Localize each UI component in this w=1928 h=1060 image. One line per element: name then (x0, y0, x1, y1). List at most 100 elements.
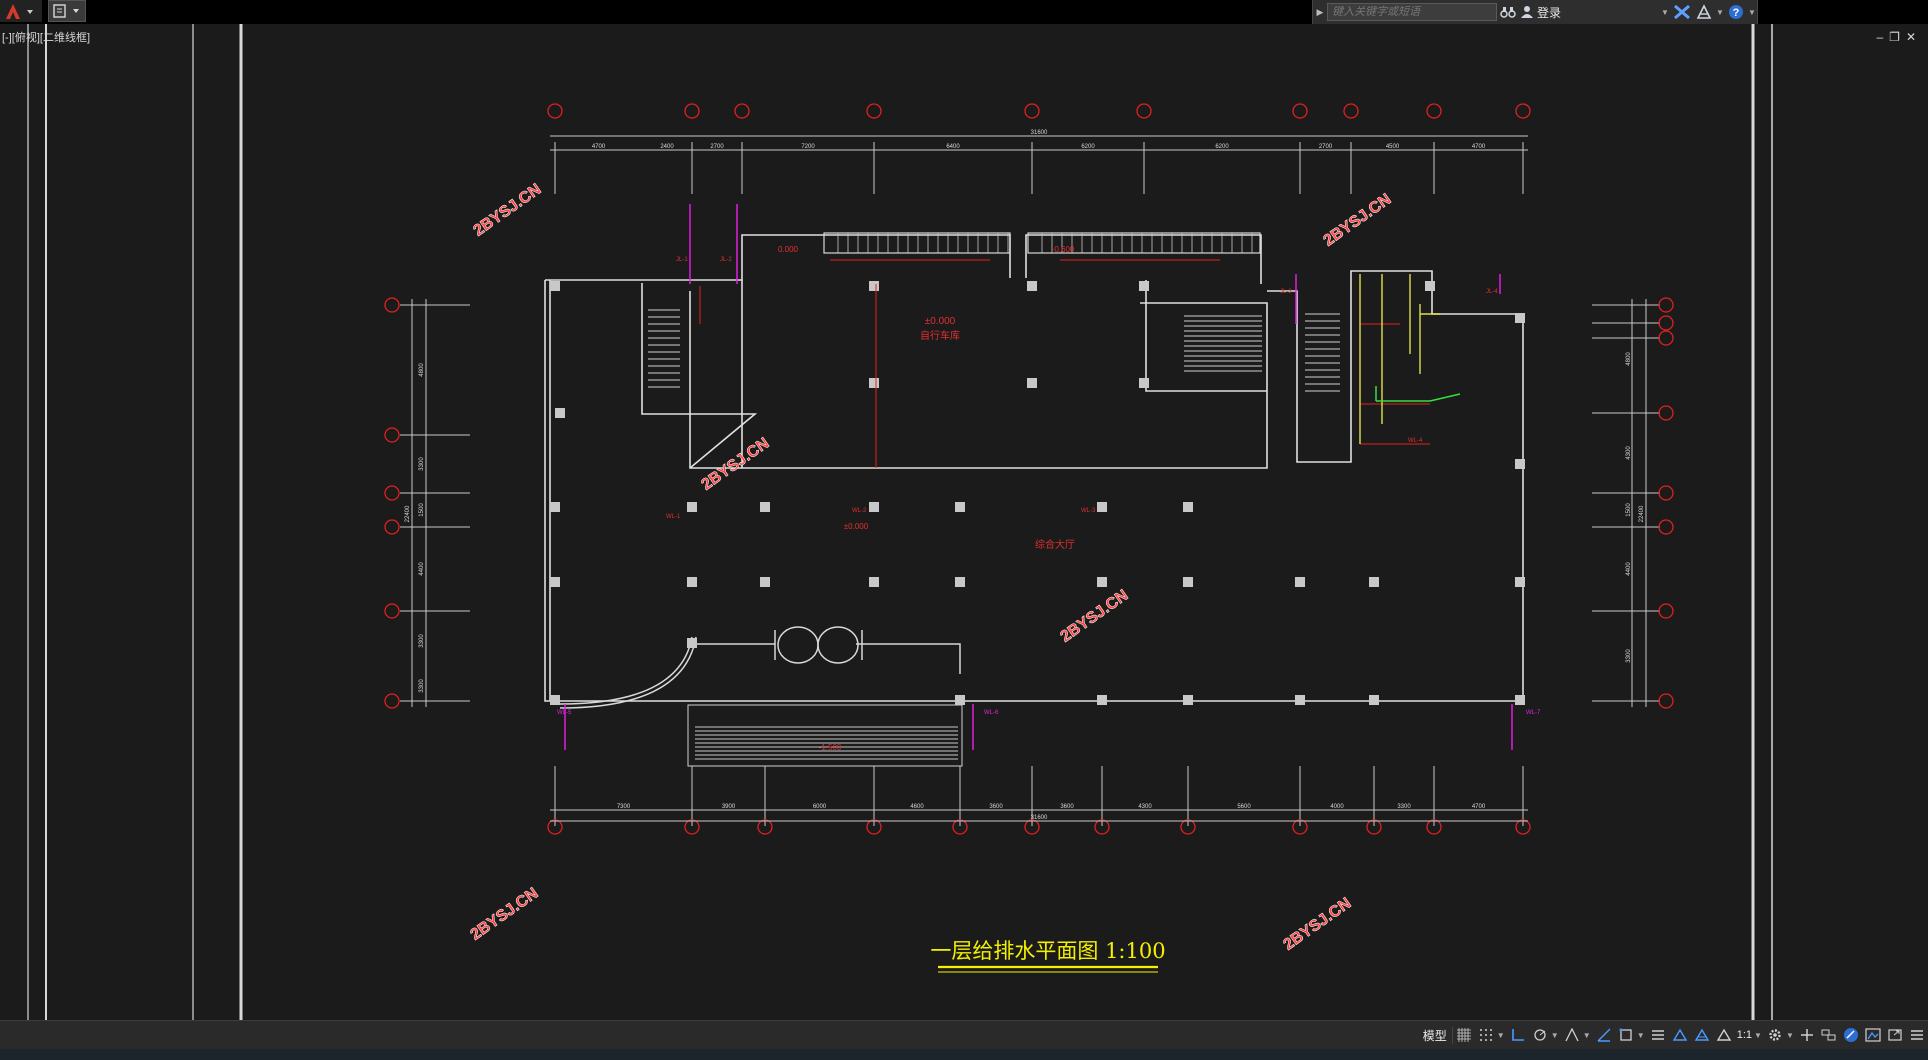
model-tab[interactable]: 模型 (1418, 1026, 1453, 1044)
snap-mode-icon[interactable] (1475, 1024, 1497, 1046)
expand-arrow-icon[interactable]: ▶ (1313, 1, 1327, 23)
grid-bubble (1658, 297, 1674, 313)
dropdown-arrow-icon[interactable]: ▼ (1583, 1031, 1593, 1040)
minimize-icon[interactable]: – (1876, 30, 1883, 44)
column (550, 281, 560, 291)
dimension-label: 1500 (1626, 503, 1632, 517)
search-input[interactable] (1327, 3, 1497, 21)
pipe-tag: JL-4 (1486, 289, 1498, 295)
dropdown-arrow-icon[interactable]: ▼ (1637, 1031, 1647, 1040)
room-label-bike: 自行车库 (920, 329, 960, 342)
grid-bubble (384, 297, 400, 313)
close-icon[interactable]: ✕ (1906, 30, 1916, 44)
column (550, 502, 560, 512)
workspace-gear-icon[interactable] (1764, 1024, 1786, 1046)
column (869, 281, 879, 291)
isolate-objects-icon[interactable] (1840, 1024, 1862, 1046)
application-menu-button[interactable] (0, 0, 42, 22)
drawing-canvas[interactable]: 31600 4700 2400 2700 7200 6400 6200 6200 2700 450… (0, 24, 1928, 1020)
column (869, 378, 879, 388)
column (687, 502, 697, 512)
pipe-tag: JL-1 (676, 257, 688, 263)
autodesk-a360-icon[interactable] (1693, 1, 1715, 23)
viewport-controls-label[interactable]: [-][俯视][二维线框] (2, 29, 90, 45)
pipe-tag: JL-3 (1280, 289, 1292, 295)
dropdown-arrow-icon[interactable]: ▼ (1786, 1031, 1796, 1040)
grid-bubble (1292, 103, 1308, 119)
restore-icon[interactable]: ❐ (1889, 30, 1900, 44)
grid-bubble (1658, 603, 1674, 619)
exchange-icon[interactable] (1671, 1, 1693, 23)
lineweight-icon[interactable] (1647, 1024, 1669, 1046)
binoculars-icon[interactable] (1497, 1, 1519, 23)
object-snap-tracking-icon[interactable] (1593, 1024, 1615, 1046)
hardware-acceleration-icon[interactable] (1862, 1024, 1884, 1046)
quick-access-button[interactable] (48, 0, 86, 22)
column (869, 502, 879, 512)
polar-tracking-icon[interactable] (1529, 1024, 1551, 1046)
pipe-tag: WL-2 (852, 508, 867, 514)
dimension-label: 4600 (910, 804, 924, 810)
pipe-tag: JL-2 (720, 257, 732, 263)
dimension-label: 4400 (419, 562, 425, 576)
autocad-window: ▶ 登录 ▼ ▼ ? ▼ (0, 0, 1928, 1060)
column (1139, 378, 1149, 388)
help-icon[interactable]: ? (1725, 1, 1747, 23)
watermark: 2BYSJ.CN (1057, 587, 1131, 646)
building-outline (544, 234, 1524, 702)
column (1295, 577, 1305, 587)
ortho-mode-icon[interactable] (1507, 1024, 1529, 1046)
dimension-label: 4700 (1472, 144, 1486, 150)
drawing-title: 一层给排水平面图 1:100 (930, 939, 1165, 963)
overall-dimension: 22400 (1639, 505, 1645, 522)
column (1425, 281, 1435, 291)
plus-icon[interactable] (1796, 1024, 1818, 1046)
overall-dimension: 31600 (1031, 130, 1048, 136)
object-snap-icon[interactable] (1615, 1024, 1637, 1046)
dimension-label: 4400 (1626, 562, 1632, 576)
column (1183, 502, 1193, 512)
column (1183, 695, 1193, 705)
isodraft-icon[interactable] (1561, 1024, 1583, 1046)
dimension-label: 4300 (1138, 804, 1152, 810)
dropdown-arrow-icon[interactable]: ▼ (1754, 1031, 1764, 1040)
dimension-label: 3300 (1626, 649, 1632, 663)
dimension-label: 4800 (419, 363, 425, 377)
grid-bubble (1658, 519, 1674, 535)
user-icon[interactable] (1519, 1, 1535, 23)
elevation-label: ±0.000 (844, 522, 869, 531)
grid-bubble (384, 519, 400, 535)
annotation-scale-icon[interactable] (1713, 1024, 1735, 1046)
grid-bubble (1024, 103, 1040, 119)
pipe-tag: WL-3 (1081, 508, 1096, 514)
column (1027, 378, 1037, 388)
clean-screen-icon[interactable] (1884, 1024, 1906, 1046)
customization-menu-icon[interactable] (1906, 1024, 1928, 1046)
dropdown-arrow-icon[interactable]: ▼ (1715, 1, 1725, 23)
grid-bubble (866, 103, 882, 119)
auto-scale-icon[interactable] (1691, 1024, 1713, 1046)
watermark: 2BYSJ.CN (470, 181, 544, 240)
dimension-label: 5600 (1237, 804, 1251, 810)
dimension-label: 3300 (419, 634, 425, 648)
dimension-label: 3600 (989, 804, 1003, 810)
column (1295, 695, 1305, 705)
dropdown-arrow-icon[interactable]: ▼ (1747, 1, 1757, 23)
annotation-visibility-icon[interactable] (1669, 1024, 1691, 1046)
units-icon[interactable] (1818, 1024, 1840, 1046)
column (1027, 281, 1037, 291)
elevation-label: ±0.000 (925, 316, 956, 327)
grid-bubble (547, 103, 563, 119)
watermark: 2BYSJ.CN (1320, 191, 1394, 250)
grid-display-icon[interactable] (1453, 1024, 1475, 1046)
grid-bubble (384, 427, 400, 443)
dropdown-arrow-icon[interactable]: ▼ (1659, 1, 1671, 23)
column (550, 577, 560, 587)
dropdown-arrow-icon[interactable]: ▼ (1551, 1031, 1561, 1040)
dropdown-arrow-icon[interactable]: ▼ (1497, 1031, 1507, 1040)
column (687, 577, 697, 587)
login-label[interactable]: 登录 (1537, 4, 1561, 21)
elevation-label: -1.500 (819, 743, 842, 752)
annotation-scale-value[interactable]: 1:1 (1735, 1029, 1754, 1041)
dimension-label: 2700 (1319, 144, 1333, 150)
